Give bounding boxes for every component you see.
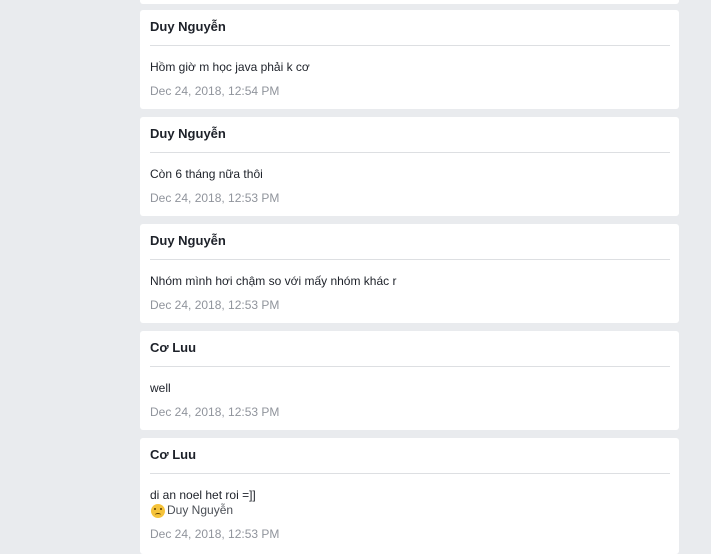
message-card[interactable]: Duy Nguyễn Còn 6 tháng nữa thôi Dec 24, … bbox=[140, 117, 679, 216]
message-card[interactable]: Cơ Luu well Dec 24, 2018, 12:53 PM bbox=[140, 331, 679, 430]
message-text: di an noel het roi =]] bbox=[150, 488, 256, 502]
message-text-block: di an noel het roi =]] Duy Nguyễn bbox=[150, 488, 256, 518]
message-timestamp: Dec 24, 2018, 12:53 PM bbox=[150, 405, 280, 419]
divider bbox=[150, 152, 670, 153]
message-text: Nhóm mình hơi chậm so với mấy nhóm khác … bbox=[150, 274, 397, 288]
message-timestamp: Dec 24, 2018, 12:53 PM bbox=[150, 298, 280, 312]
message-card[interactable]: Duy Nguyễn Nhóm mình hơi chậm so với mấy… bbox=[140, 224, 679, 323]
message-text: Còn 6 tháng nữa thôi bbox=[150, 167, 263, 181]
message-timestamp: Dec 24, 2018, 12:53 PM bbox=[150, 191, 280, 205]
message-timestamp: Dec 24, 2018, 12:54 PM bbox=[150, 84, 280, 98]
message-timestamp: Dec 24, 2018, 12:53 PM bbox=[150, 527, 280, 541]
mention-line: Duy Nguyễn bbox=[150, 503, 256, 518]
user-mention[interactable]: Duy Nguyễn bbox=[167, 503, 233, 518]
message-text: well bbox=[150, 381, 171, 395]
message-sender: Duy Nguyễn bbox=[150, 19, 226, 34]
message-sender: Cơ Luu bbox=[150, 340, 197, 355]
divider bbox=[150, 366, 670, 367]
message-sender: Duy Nguyễn bbox=[150, 126, 226, 141]
message-text: Hồm giờ m học java phải k cơ bbox=[150, 60, 310, 74]
message-list: Duy Nguyễn Hồm giờ m học java phải k cơ … bbox=[140, 10, 679, 554]
divider bbox=[150, 45, 670, 46]
message-card[interactable]: Cơ Luu di an noel het roi =]] Duy Nguyễn… bbox=[140, 438, 679, 554]
divider bbox=[150, 259, 670, 260]
message-sender: Cơ Luu bbox=[150, 447, 197, 462]
previous-message-card-edge bbox=[140, 0, 679, 4]
message-sender: Duy Nguyễn bbox=[150, 233, 226, 248]
sad-face-icon bbox=[151, 503, 165, 518]
message-card[interactable]: Duy Nguyễn Hồm giờ m học java phải k cơ … bbox=[140, 10, 679, 109]
divider bbox=[150, 473, 670, 474]
